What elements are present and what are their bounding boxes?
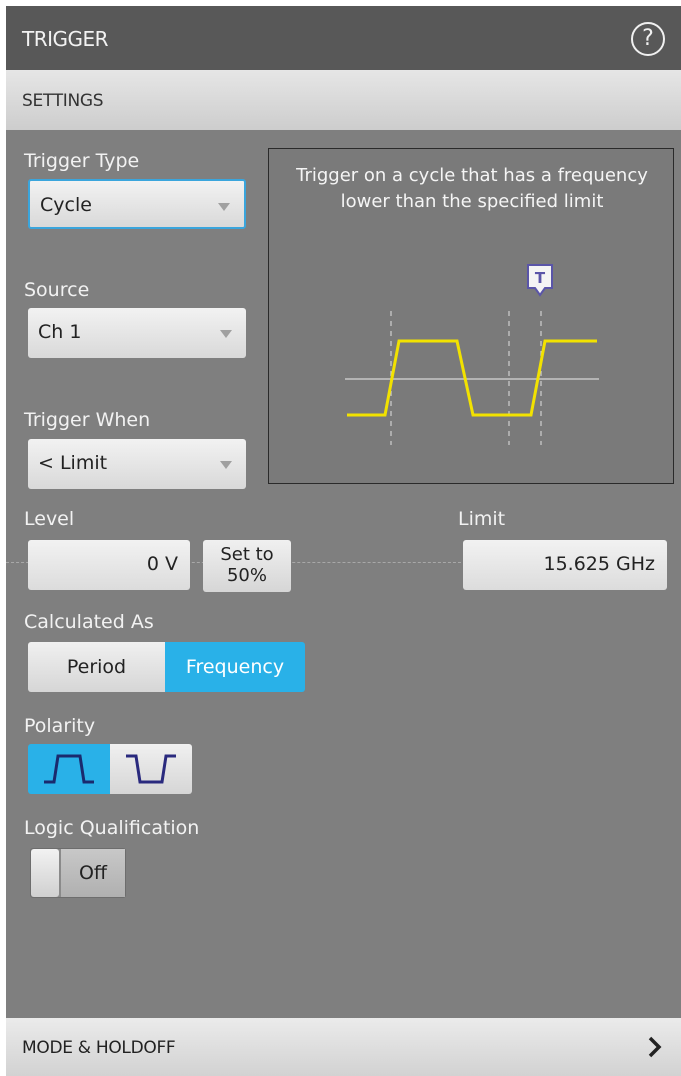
falling-edge-option[interactable] bbox=[110, 744, 192, 794]
level-input[interactable]: 0 V bbox=[28, 540, 190, 590]
trigger-description-text: Trigger on a cycle that has a frequency … bbox=[296, 165, 648, 212]
falling-edge-icon bbox=[126, 754, 176, 784]
source-dropdown[interactable]: Ch 1 bbox=[28, 308, 246, 358]
trigger-when-label: Trigger When bbox=[24, 409, 151, 431]
limit-input[interactable]: 15.625 GHz bbox=[463, 540, 667, 590]
frequency-option[interactable]: Frequency bbox=[165, 642, 305, 692]
trigger-panel: TRIGGER ? SETTINGS Trigger Type Cycle So… bbox=[6, 6, 681, 1076]
settings-section-header[interactable]: SETTINGS bbox=[6, 70, 681, 130]
waveform-diagram: T bbox=[345, 264, 599, 445]
mode-holdoff-section-header[interactable]: MODE & HOLDOFF bbox=[6, 1018, 681, 1076]
limit-value: 15.625 GHz bbox=[543, 553, 655, 575]
rising-edge-option[interactable] bbox=[28, 744, 110, 794]
waveform-trace bbox=[347, 339, 597, 417]
fifty-percent-label: 50% bbox=[226, 565, 267, 586]
help-icon[interactable]: ? bbox=[631, 22, 665, 56]
polarity-label: Polarity bbox=[24, 715, 96, 737]
trigger-when-dropdown[interactable]: < Limit bbox=[28, 439, 246, 489]
dropdown-arrow-icon bbox=[220, 461, 232, 469]
trigger-type-dropdown[interactable]: Cycle bbox=[28, 179, 246, 229]
level-value: 0 V bbox=[146, 553, 178, 575]
dropdown-arrow-icon bbox=[218, 203, 230, 211]
period-option[interactable]: Period bbox=[28, 642, 165, 692]
rising-edge-icon bbox=[44, 754, 94, 784]
level-label: Level bbox=[24, 508, 75, 530]
set-to-label: Set to bbox=[220, 544, 274, 565]
toggle-state: Off bbox=[61, 849, 125, 897]
panel-header: TRIGGER ? bbox=[6, 6, 681, 70]
mode-holdoff-label: MODE & HOLDOFF bbox=[22, 1038, 176, 1058]
trigger-when-value: < Limit bbox=[38, 452, 108, 474]
chevron-right-icon bbox=[648, 1036, 662, 1058]
logic-qualification-label: Logic Qualification bbox=[24, 817, 200, 839]
trigger-type-value: Cycle bbox=[40, 194, 92, 216]
source-label: Source bbox=[24, 279, 90, 301]
limit-label: Limit bbox=[458, 508, 506, 530]
logic-qualification-toggle[interactable]: Off bbox=[30, 848, 126, 898]
settings-label: SETTINGS bbox=[22, 91, 104, 111]
set-to-50-button[interactable]: Set to 50% bbox=[203, 540, 291, 592]
calculated-as-label: Calculated As bbox=[24, 611, 154, 633]
trigger-description-box: Trigger on a cycle that has a frequency … bbox=[268, 148, 674, 484]
svg-text:T: T bbox=[535, 269, 546, 287]
trigger-marker-icon: T bbox=[527, 264, 553, 297]
panel-title: TRIGGER bbox=[22, 27, 109, 51]
trigger-type-label: Trigger Type bbox=[24, 150, 140, 172]
dropdown-arrow-icon bbox=[220, 330, 232, 338]
toggle-knob bbox=[31, 849, 59, 897]
source-value: Ch 1 bbox=[38, 321, 82, 343]
